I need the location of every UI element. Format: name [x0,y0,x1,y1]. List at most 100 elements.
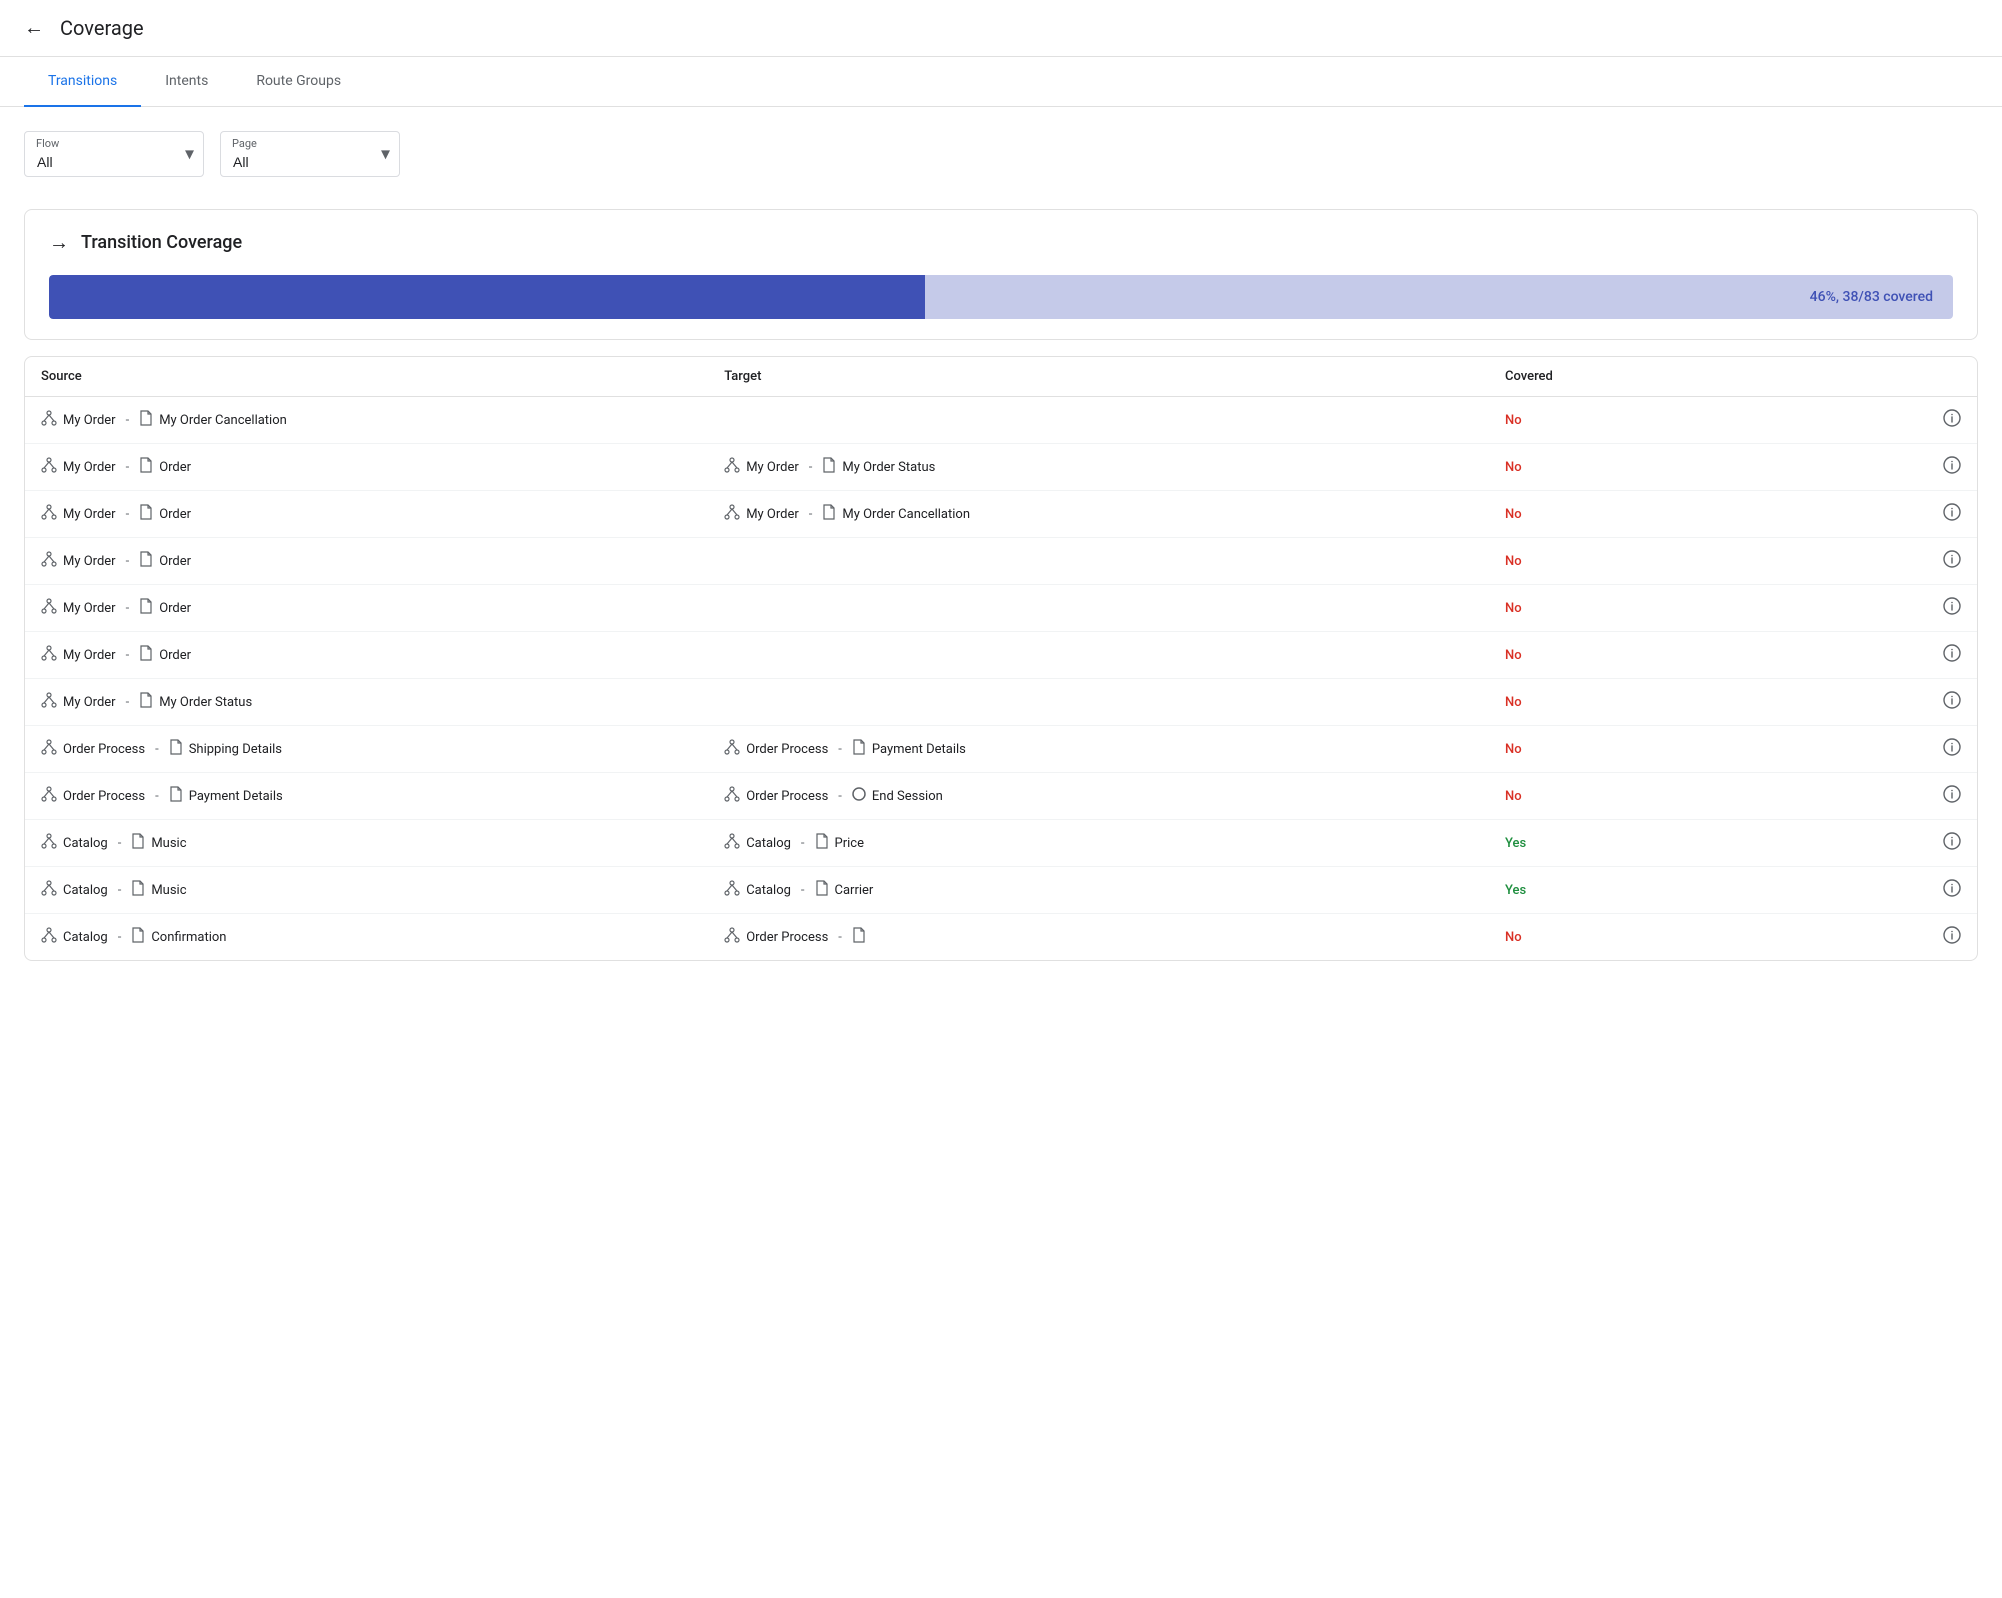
source-cell: My Order - Order [25,585,708,632]
cell-flow-name: Order Process [63,742,145,757]
cell-sep: - [838,742,842,757]
info-icon[interactable] [1943,600,1961,619]
cell-sep: - [809,507,813,522]
info-icon[interactable] [1943,694,1961,713]
target-cell: My Order - My Order Cancellation [708,491,1489,538]
cell-flow-name: Order Process [746,930,828,945]
table-row: Catalog - Music Catalog - Carrier Yes [25,867,1977,914]
cell-sep: - [126,460,130,475]
page-icon [139,598,153,618]
action-cell [1782,726,1977,773]
page-icon [169,739,183,759]
cell-flow-name: My Order [63,695,116,710]
source-cell: Catalog - Music [25,820,708,867]
flow-icon [724,833,740,853]
info-icon[interactable] [1943,882,1961,901]
info-icon[interactable] [1943,506,1961,525]
flow-icon [724,927,740,947]
covered-value: No [1505,507,1522,522]
cell-flow-name: My Order [63,413,116,428]
table-row: Catalog - Confirmation Order Process - N… [25,914,1977,961]
flow-label: Flow [36,137,59,150]
cell-sep: - [155,742,159,757]
page-icon [169,786,183,806]
flow-icon [724,786,740,806]
tab-route-groups[interactable]: Route Groups [232,57,365,107]
target-cell: Order Process - Payment Details [708,726,1489,773]
cell-flow-name: Catalog [63,930,108,945]
table-row: Order Process - Payment Details Order Pr… [25,773,1977,820]
action-cell [1782,585,1977,632]
cell-page-name: Order [159,648,191,663]
covered-value: No [1505,554,1522,569]
tab-transitions[interactable]: Transitions [24,57,141,107]
info-icon[interactable] [1943,459,1961,478]
cell-flow-name: My Order [63,648,116,663]
page-label: Page [232,137,257,150]
header: ← Coverage [0,0,2002,57]
covered-cell: Yes [1489,867,1782,914]
source-cell: My Order - Order [25,538,708,585]
covered-cell: No [1489,726,1782,773]
flow-icon [724,739,740,759]
covered-cell: No [1489,444,1782,491]
covered-value: No [1505,742,1522,757]
coverage-table: Source Target Covered My Order - My Orde… [25,357,1977,960]
cell-flow-name: My Order [63,507,116,522]
flow-filter: Flow All ▾ [24,131,204,177]
progress-label: 46%, 38/83 covered [1810,289,1933,305]
action-cell [1782,538,1977,585]
cell-flow-name: Catalog [63,883,108,898]
covered-cell: No [1489,914,1782,961]
back-button[interactable]: ← [24,17,44,40]
cell-sep: - [155,789,159,804]
cell-sep: - [126,413,130,428]
info-icon[interactable] [1943,835,1961,854]
cell-flow-name: Order Process [746,742,828,757]
info-icon[interactable] [1943,412,1961,431]
info-icon[interactable] [1943,553,1961,572]
flow-icon [41,410,57,430]
cell-page-name: My Order Cancellation [159,413,287,428]
action-cell [1782,397,1977,444]
source-cell: My Order - Order [25,444,708,491]
page-icon [815,880,829,900]
source-cell: My Order - Order [25,491,708,538]
covered-value: Yes [1505,883,1526,898]
cell-page-name: Order [159,460,191,475]
col-header-source: Source [25,357,708,397]
coverage-card-header: → Transition Coverage [49,230,1953,255]
page-icon [852,739,866,759]
flow-icon [41,786,57,806]
cell-page-name: Price [835,836,864,851]
tab-intents[interactable]: Intents [141,57,232,107]
target-cell: My Order - My Order Status [708,444,1489,491]
action-cell [1782,444,1977,491]
cell-page-name: Music [151,883,186,898]
cell-flow-name: Catalog [746,883,791,898]
info-icon[interactable] [1943,741,1961,760]
target-cell [708,585,1489,632]
flow-icon [41,927,57,947]
cell-page-name: Carrier [835,883,874,898]
info-icon[interactable] [1943,929,1961,948]
cell-sep: - [126,648,130,663]
covered-cell: No [1489,632,1782,679]
page-title: Coverage [60,16,144,40]
info-icon[interactable] [1943,788,1961,807]
target-cell: Catalog - Price [708,820,1489,867]
cell-page-name: Confirmation [151,930,226,945]
table-row: My Order - My Order Cancellation No [25,397,1977,444]
flow-icon [41,739,57,759]
cell-sep: - [838,789,842,804]
cell-flow-name: My Order [63,601,116,616]
page-icon [131,880,145,900]
source-cell: My Order - My Order Status [25,679,708,726]
target-cell [708,679,1489,726]
cell-flow-name: Order Process [746,789,828,804]
covered-cell: No [1489,397,1782,444]
cell-flow-name: My Order [63,460,116,475]
source-cell: My Order - Order [25,632,708,679]
info-icon[interactable] [1943,647,1961,666]
covered-value: No [1505,695,1522,710]
